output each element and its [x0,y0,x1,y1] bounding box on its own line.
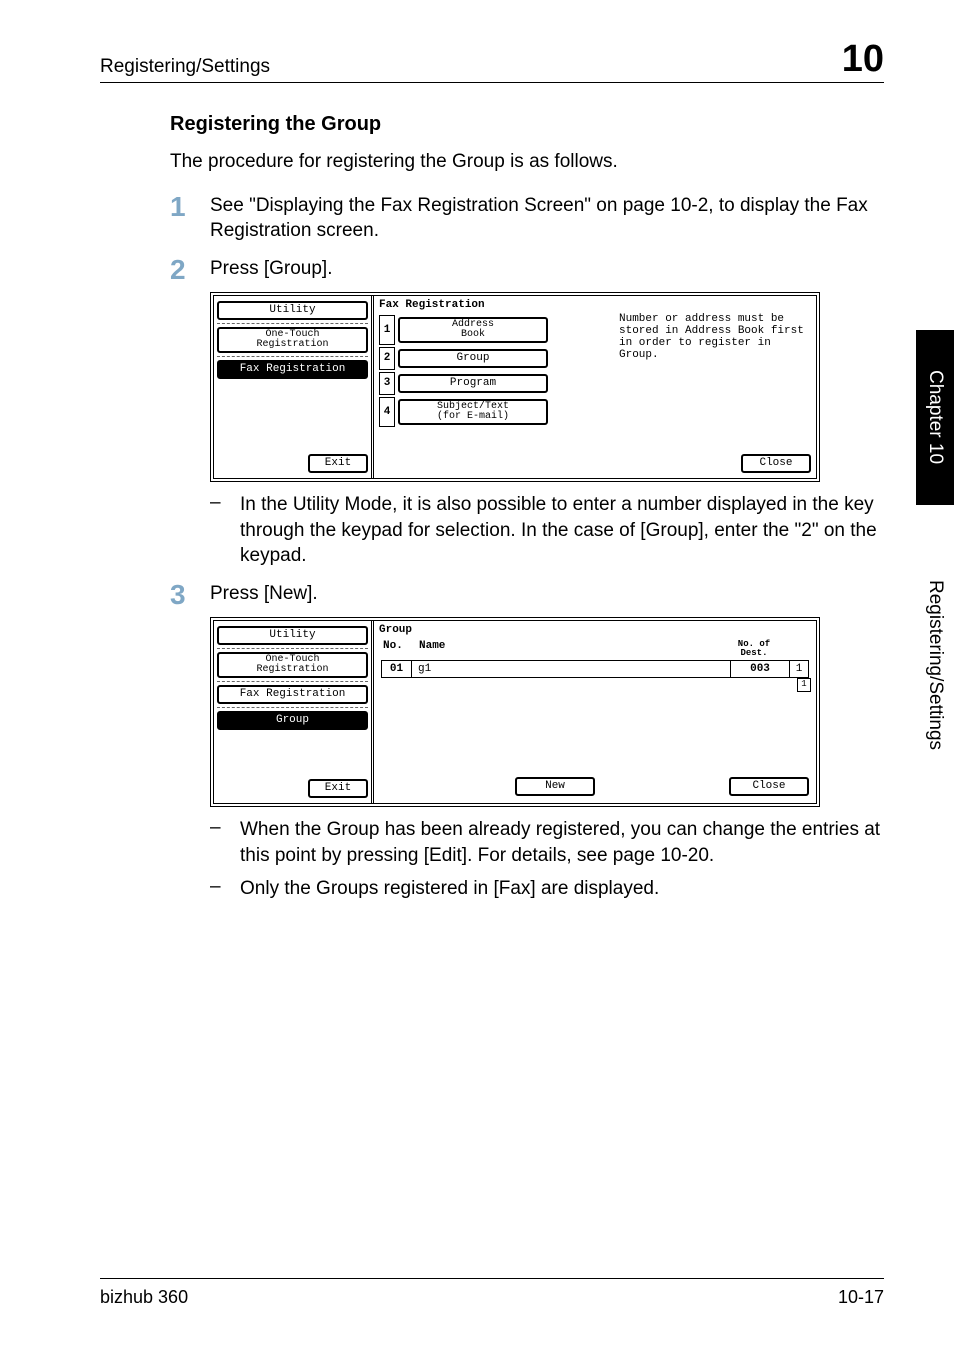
step-text-2: Press [Group]. [210,256,884,284]
close-button[interactable]: Close [729,777,809,796]
step-text-3: Press [New]. [210,581,884,609]
section-title: Registering the Group [170,113,884,136]
program-button[interactable]: Program [398,374,548,393]
row-page-indicator: 1 [790,661,808,677]
note-only-fax-groups: Only the Groups registered in [Fax] are … [240,876,884,902]
row-dest-count: 003 [730,661,790,677]
row-name: g1 [412,661,730,677]
header-section: Registering/Settings [100,56,270,78]
utility-button[interactable]: Utility [217,301,368,320]
step-number-2: 2 [170,256,210,284]
one-touch-registration-button[interactable]: One-Touch Registration [217,652,368,678]
list-dash: – [210,876,240,902]
group-list-row[interactable]: 01 g1 003 1 [381,660,809,678]
footer-model: bizhub 360 [100,1287,188,1308]
close-button[interactable]: Close [741,454,811,473]
one-touch-registration-button[interactable]: One-Touch Registration [217,327,368,353]
side-tab-chapter: Chapter 10 [916,330,954,505]
address-book-button[interactable]: Address Book [398,317,548,343]
side-tab-section: Registering/Settings [916,505,954,825]
step-text-1: See "Displaying the Fax Registration Scr… [210,193,884,244]
group-tab-button[interactable]: Group [217,711,368,730]
column-header-no: No. [383,640,419,658]
panel-title: Group [379,624,811,638]
panel-group: Utility One-Touch Registration Fax Regis… [210,617,820,807]
panel-help-message: Number or address must be stored in Addr… [611,313,811,429]
header-chapter-number: 10 [842,40,884,78]
utility-button[interactable]: Utility [217,626,368,645]
step-number-1: 1 [170,193,210,244]
note-utility-mode: In the Utility Mode, it is also possible… [240,492,884,569]
row-number: 01 [382,661,412,677]
scroll-total[interactable]: 1 [797,678,811,692]
fax-registration-button[interactable]: Fax Registration [217,685,368,704]
step-number-3: 3 [170,581,210,609]
note-already-registered: When the Group has been already register… [240,817,884,868]
footer-page-number: 10-17 [838,1287,884,1308]
column-header-name: Name [419,640,719,658]
list-dash: – [210,492,240,569]
group-button[interactable]: Group [398,349,548,368]
panel-fax-registration: Utility One-Touch Registration Fax Regis… [210,292,820,482]
subject-text-button[interactable]: Subject/Text (for E-mail) [398,399,548,425]
new-button[interactable]: New [515,777,595,796]
exit-button[interactable]: Exit [308,779,368,798]
column-header-dest: No. of Dest. [719,640,789,658]
fax-registration-button[interactable]: Fax Registration [217,360,368,379]
list-dash: – [210,817,240,868]
intro-text: The procedure for registering the Group … [170,150,884,175]
exit-button[interactable]: Exit [308,454,368,473]
panel-title: Fax Registration [379,299,811,313]
